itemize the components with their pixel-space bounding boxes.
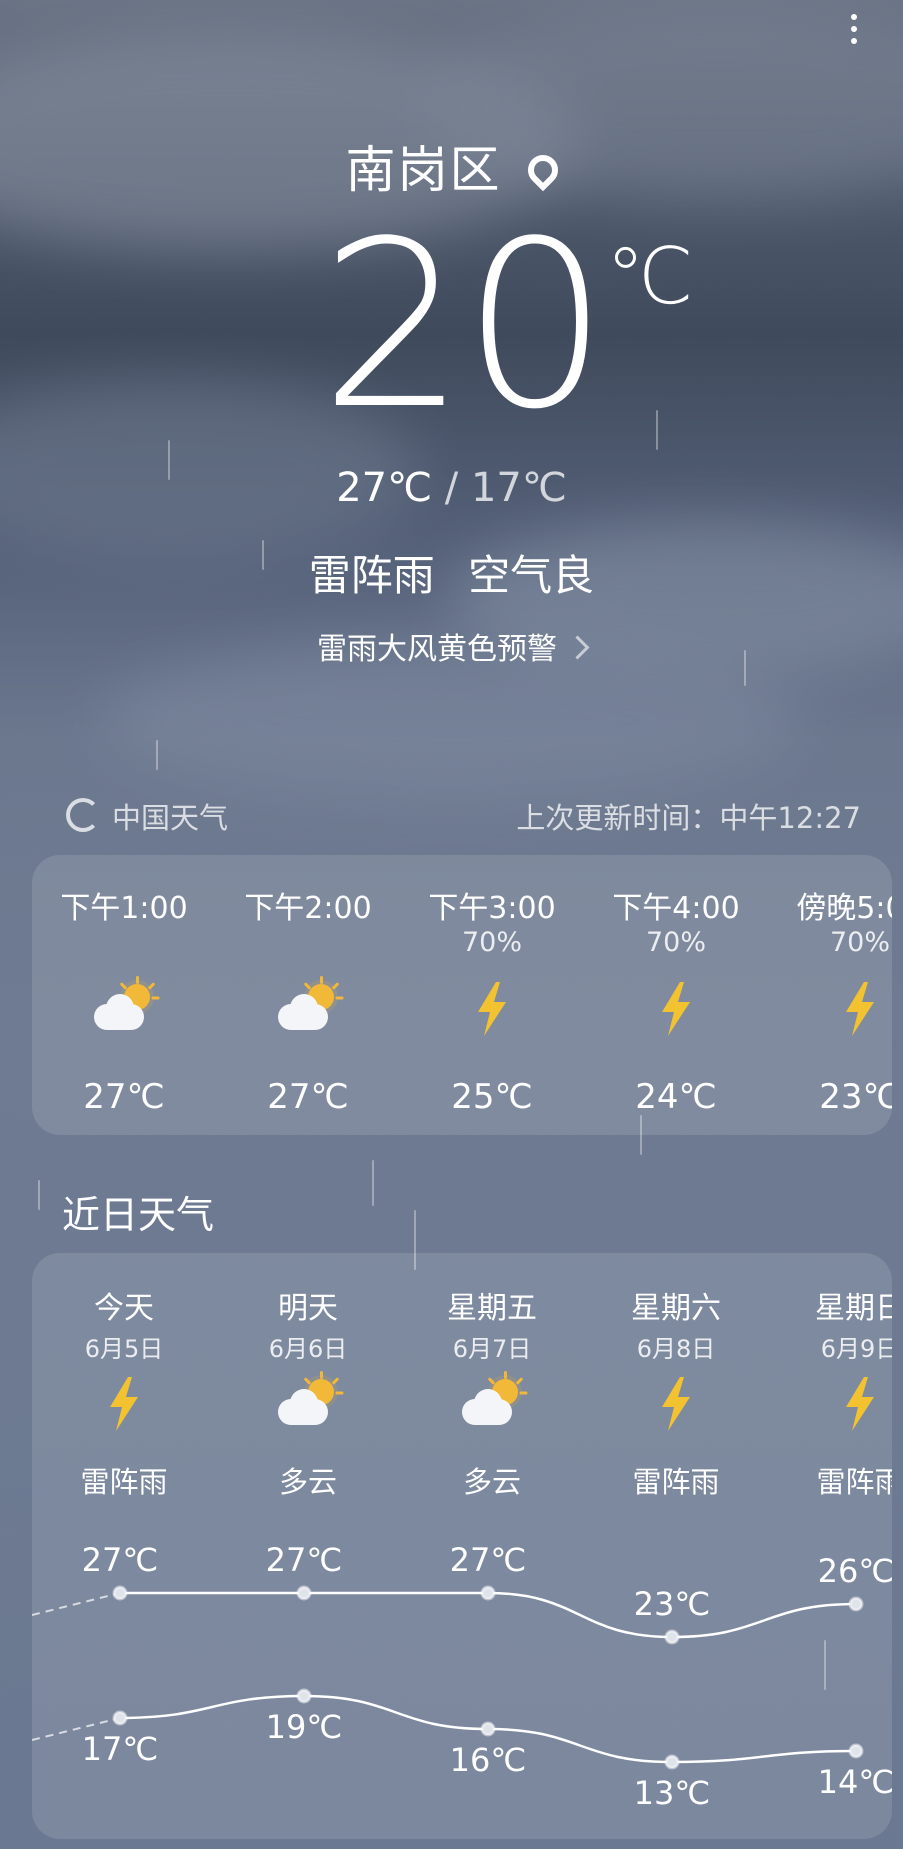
daily-item[interactable]: 今天 6月5日雷阵雨 bbox=[32, 1253, 216, 1573]
alert-text: 雷雨大风黄色预警 bbox=[317, 632, 557, 667]
partly-cloudy-icon bbox=[276, 976, 344, 1034]
high-temp-label: 27℃ bbox=[265, 1541, 343, 1579]
day-condition: 多云 bbox=[462, 1465, 521, 1499]
day-name: 星期日 bbox=[815, 1291, 892, 1326]
chevron-right-icon bbox=[565, 635, 590, 660]
hourly-item: 傍晚5:0070% 23℃ bbox=[768, 855, 892, 1135]
precip-chance: 70% bbox=[645, 927, 706, 958]
hourly-item: 下午4:00 70% 24℃ bbox=[584, 855, 768, 1135]
air-quality[interactable]: 空气良 bbox=[468, 551, 594, 600]
hour-time: 下午3:00 bbox=[428, 891, 556, 926]
thunder-icon bbox=[846, 982, 874, 1036]
high-temp-label: 27℃ bbox=[449, 1541, 527, 1579]
hour-temp: 24℃ bbox=[635, 1077, 717, 1117]
day-date: 6月7日 bbox=[452, 1335, 532, 1363]
last-updated: 上次更新时间：中午12:27 bbox=[516, 801, 861, 835]
hour-time: 下午1:00 bbox=[60, 891, 188, 926]
low-temp-point bbox=[112, 1710, 128, 1726]
china-weather-logo-icon bbox=[66, 798, 100, 832]
day-condition: 多云 bbox=[278, 1465, 337, 1499]
day-condition: 雷阵雨 bbox=[632, 1465, 720, 1499]
today-low: 17℃ bbox=[470, 465, 567, 511]
location-header[interactable]: 南岗区 bbox=[0, 130, 903, 202]
hourly-forecast[interactable]: 下午1:00 27℃ 下午2:00 27℃ 下午3:00 70% 25℃ 下午4:00 70% 2… bbox=[32, 855, 892, 1135]
recent-weather-title: 近日天气 bbox=[62, 1193, 215, 1237]
high-temp-label: 23℃ bbox=[633, 1585, 711, 1623]
source-name: 中国天气 bbox=[112, 801, 229, 835]
high-temp-point bbox=[664, 1629, 680, 1645]
location-pin-icon bbox=[521, 148, 564, 192]
precip-chance: 70% bbox=[461, 927, 522, 958]
day-name: 星期五 bbox=[447, 1291, 537, 1326]
hourly-item: 下午2:00 27℃ bbox=[216, 855, 400, 1135]
today-range: 27℃ / 17℃ bbox=[0, 465, 903, 511]
temperature-unit: ℃ bbox=[606, 232, 694, 322]
precip-chance: 70% bbox=[829, 927, 890, 958]
hour-temp: 27℃ bbox=[267, 1077, 349, 1117]
daily-item[interactable]: 星期日 6月9日雷阵雨 bbox=[768, 1253, 892, 1573]
hour-time: 下午2:00 bbox=[244, 891, 372, 926]
weather-alert[interactable]: 雷雨大风黄色预警 bbox=[0, 624, 903, 668]
current-condition: 雷阵雨 空气良 bbox=[0, 542, 903, 603]
day-condition: 雷阵雨 bbox=[80, 1465, 168, 1499]
location-name: 南岗区 bbox=[345, 141, 502, 199]
low-temp-point bbox=[664, 1754, 680, 1770]
thunder-icon bbox=[662, 1377, 690, 1431]
daily-item[interactable]: 明天 6月6日多云 bbox=[216, 1253, 400, 1573]
high-temp-point bbox=[848, 1596, 864, 1612]
current-temperature: 20 bbox=[320, 193, 609, 460]
low-temp-label: 13℃ bbox=[633, 1774, 711, 1812]
hour-time: 下午4:00 bbox=[612, 891, 740, 926]
low-temp-point bbox=[480, 1721, 496, 1737]
high-temp-point bbox=[112, 1585, 128, 1601]
weather-condition: 雷阵雨 bbox=[308, 551, 435, 600]
day-date: 6月8日 bbox=[636, 1335, 716, 1363]
high-temp-point bbox=[480, 1585, 496, 1601]
hourly-item: 下午3:00 70% 25℃ bbox=[400, 855, 584, 1135]
range-separator: / bbox=[444, 465, 459, 511]
low-temp-point bbox=[296, 1688, 312, 1704]
high-temp-point bbox=[296, 1585, 312, 1601]
data-source: 中国天气 bbox=[66, 795, 228, 837]
low-temp-label: 16℃ bbox=[449, 1741, 527, 1779]
daily-item[interactable]: 星期五 6月7日多云 bbox=[400, 1253, 584, 1573]
high-temp-label: 26℃ bbox=[817, 1552, 892, 1590]
low-temp-label: 17℃ bbox=[81, 1730, 159, 1768]
day-condition: 雷阵雨 bbox=[816, 1465, 892, 1499]
day-name: 明天 bbox=[278, 1291, 338, 1326]
low-temp-label: 19℃ bbox=[265, 1708, 343, 1746]
partly-cloudy-icon bbox=[92, 976, 160, 1034]
day-name: 星期六 bbox=[631, 1291, 721, 1326]
hourly-item: 下午1:00 27℃ bbox=[32, 855, 216, 1135]
today-high: 27℃ bbox=[336, 465, 433, 511]
low-temp-label: 14℃ bbox=[817, 1763, 892, 1801]
partly-cloudy-icon bbox=[276, 1371, 344, 1429]
thunder-icon bbox=[110, 1377, 138, 1431]
day-name: 今天 bbox=[94, 1291, 154, 1326]
thunder-icon bbox=[846, 1377, 874, 1431]
daily-forecast[interactable]: 今天 6月5日雷阵雨 明天 6月6日多云 星期五 6月7日多云 星期六 6月8日雷阵雨 星期日 6… bbox=[32, 1253, 892, 1839]
high-trend-lead bbox=[32, 1592, 121, 1616]
low-temp-point bbox=[848, 1743, 864, 1759]
daily-item[interactable]: 星期六 6月8日雷阵雨 bbox=[584, 1253, 768, 1573]
day-date: 6月6日 bbox=[268, 1335, 348, 1363]
more-options-icon[interactable] bbox=[849, 12, 859, 44]
day-date: 6月9日 bbox=[820, 1335, 892, 1363]
thunder-icon bbox=[662, 982, 690, 1036]
hour-time: 傍晚5:00 bbox=[796, 891, 892, 926]
hour-temp: 23℃ bbox=[819, 1077, 892, 1117]
high-temp-label: 27℃ bbox=[81, 1541, 159, 1579]
partly-cloudy-icon bbox=[460, 1371, 528, 1429]
hour-temp: 27℃ bbox=[83, 1077, 165, 1117]
thunder-icon bbox=[478, 982, 506, 1036]
hour-temp: 25℃ bbox=[451, 1077, 533, 1117]
day-date: 6月5日 bbox=[84, 1335, 164, 1363]
